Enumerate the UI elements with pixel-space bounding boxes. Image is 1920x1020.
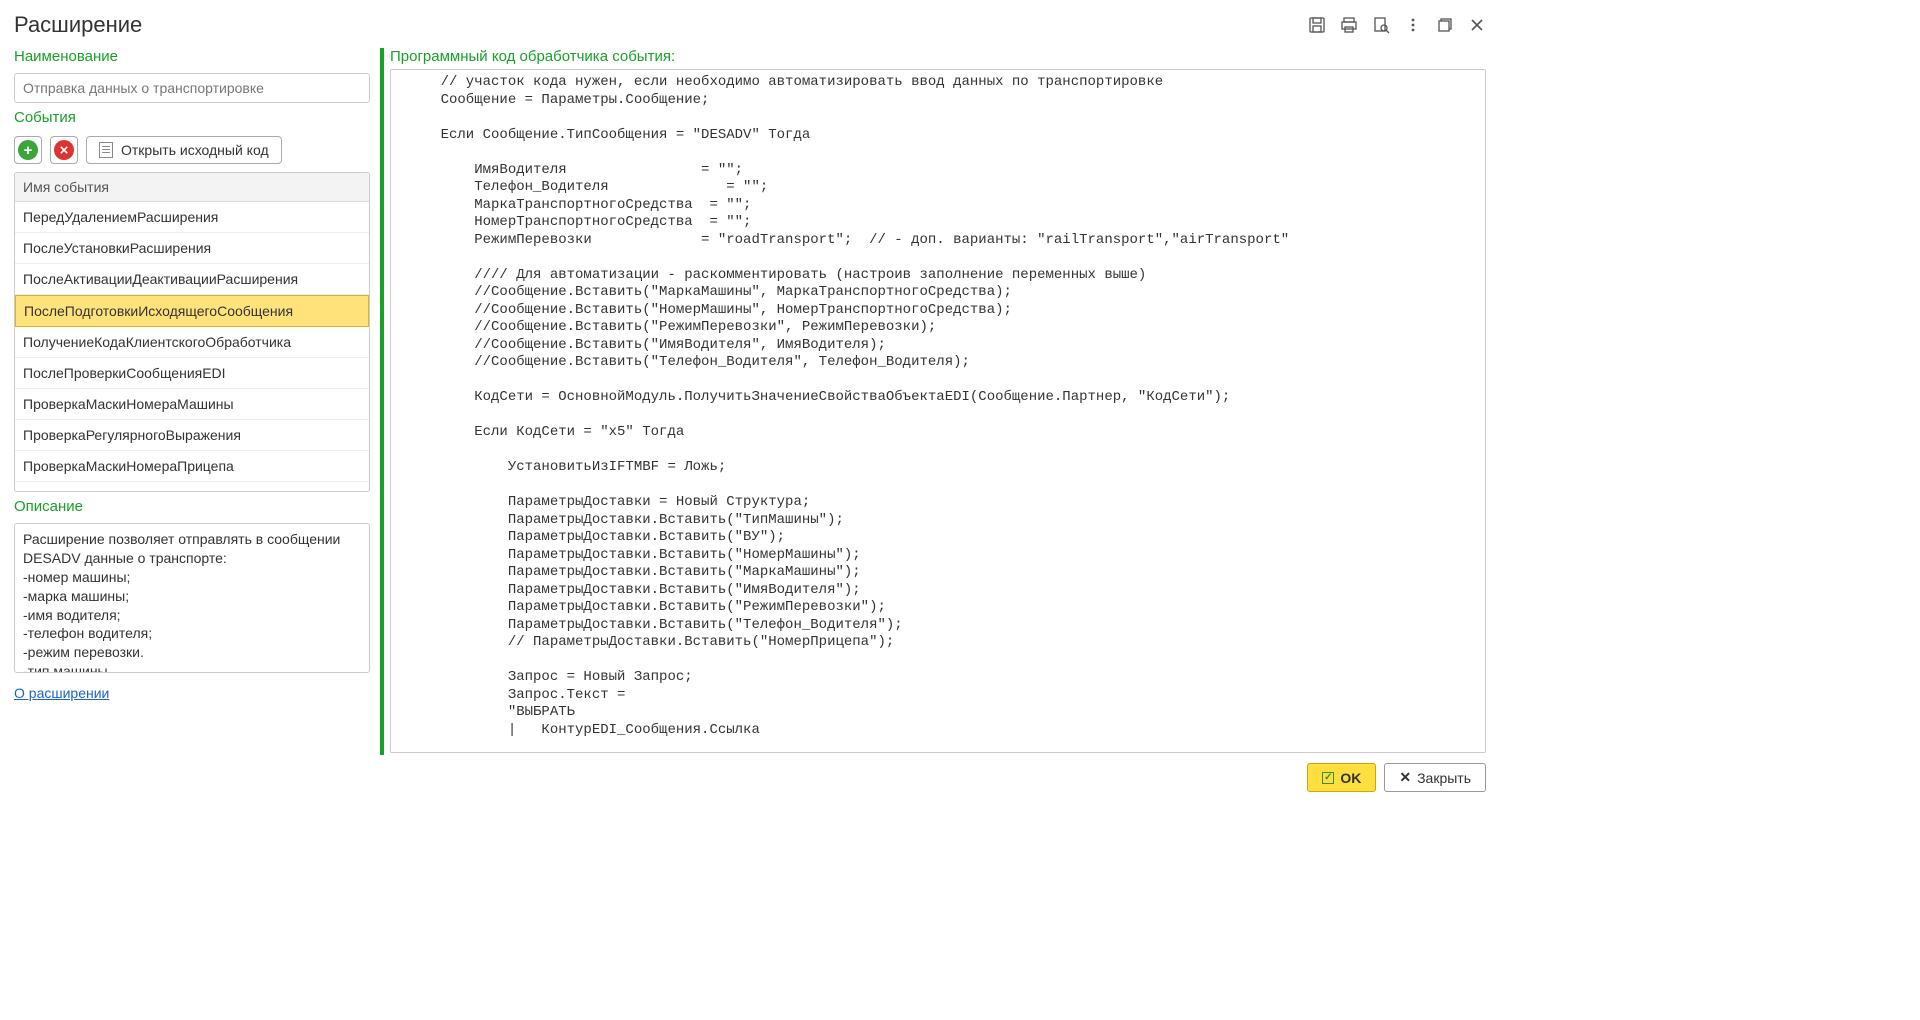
event-row[interactable]: ПослеУстановкиРасширения xyxy=(15,233,369,264)
code-content: // участок кода нужен, если необходимо а… xyxy=(391,74,1485,739)
event-row[interactable]: ПослеАктивацииДеактивацииРасширения xyxy=(15,264,369,295)
delete-event-button[interactable]: × xyxy=(50,136,78,164)
print-icon[interactable] xyxy=(1340,16,1358,34)
events-label: События xyxy=(14,109,370,126)
name-label: Наименование xyxy=(14,48,370,65)
save-icon[interactable] xyxy=(1308,16,1326,34)
description-textarea[interactable]: Расширение позволяет отправлять в сообще… xyxy=(14,523,370,673)
events-table: Имя события ПередУдалениемРасширенияПосл… xyxy=(14,172,370,492)
events-list[interactable]: ПередУдалениемРасширенияПослеУстановкиРа… xyxy=(15,202,369,491)
more-icon[interactable] xyxy=(1404,16,1422,34)
close-button[interactable]: ✕ Закрыть xyxy=(1384,763,1486,792)
event-row[interactable]: ПослеПроверкиСообщенияEDI xyxy=(15,358,369,389)
events-table-header: Имя события xyxy=(15,173,369,202)
ok-button[interactable]: ✓ OK xyxy=(1307,763,1376,792)
window-restore-icon[interactable] xyxy=(1436,16,1454,34)
event-row[interactable]: ПослеПодготовкиИсходящегоСообщения xyxy=(15,295,369,327)
event-row[interactable]: ПроверкаМаскиНомераПрицепа xyxy=(15,451,369,482)
event-row[interactable]: ПолучениеКодаКлиентскогоОбработчика xyxy=(15,327,369,358)
code-header: Программный код обработчика события: xyxy=(390,48,1486,65)
close-label: Закрыть xyxy=(1417,770,1471,786)
event-row[interactable]: ПроверкаРегулярногоВыражения xyxy=(15,420,369,451)
events-header-label: Имя события xyxy=(23,179,361,195)
document-icon xyxy=(99,142,113,158)
open-source-label: Открыть исходный код xyxy=(121,142,269,158)
about-extension-link[interactable]: О расширении xyxy=(14,685,370,701)
search-page-icon[interactable] xyxy=(1372,16,1390,34)
add-event-button[interactable]: + xyxy=(14,136,42,164)
event-row[interactable]: ПроверкаМаскиНомераМашины xyxy=(15,389,369,420)
window-title: Расширение xyxy=(14,12,142,38)
event-row[interactable]: ПередУдалениемРасширения xyxy=(15,202,369,233)
ok-label: OK xyxy=(1340,770,1361,786)
close-icon[interactable] xyxy=(1468,16,1486,34)
code-editor[interactable]: // участок кода нужен, если необходимо а… xyxy=(390,69,1486,753)
open-source-button[interactable]: Открыть исходный код xyxy=(86,136,282,164)
name-input[interactable] xyxy=(14,73,370,103)
x-icon: ✕ xyxy=(1399,769,1411,786)
check-icon: ✓ xyxy=(1322,772,1334,784)
titlebar: Расширение xyxy=(14,8,1486,48)
description-label: Описание xyxy=(14,498,370,515)
